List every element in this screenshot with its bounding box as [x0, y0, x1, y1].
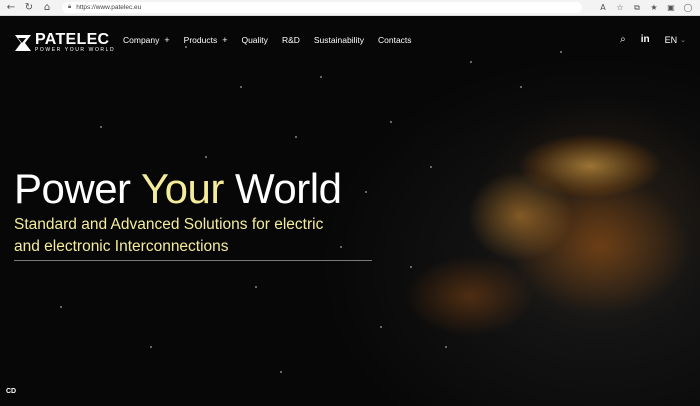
browser-tools: A ☆ ⧉ ★ ▣ ◯: [597, 2, 700, 14]
patelec-logo[interactable]: PATELEC POWER YOUR WORLD: [14, 32, 115, 54]
url-text: https://www.patelec.eu: [76, 4, 142, 11]
refresh-icon[interactable]: ↻: [22, 1, 36, 15]
menu-item-rnd[interactable]: R&D: [282, 35, 300, 45]
menu-label: Contacts: [377, 35, 412, 45]
favorites-bar-icon[interactable]: ★: [648, 2, 660, 14]
favorite-star-icon[interactable]: ☆: [614, 2, 626, 14]
profile-icon[interactable]: ◯: [682, 2, 694, 14]
hero-section: PATELEC POWER YOUR WORLD Company + Produ…: [0, 16, 700, 406]
headline-part2: World: [223, 165, 342, 212]
language-selector[interactable]: EN ⌄: [665, 35, 686, 45]
logo-tagline: POWER YOUR WORLD: [35, 47, 116, 53]
menu-label: Products: [183, 35, 218, 45]
lock-icon: 🔒︎: [68, 4, 72, 10]
plus-icon: +: [164, 35, 170, 45]
menu-label: Quality: [241, 35, 268, 45]
menu-item-products[interactable]: Products +: [184, 35, 228, 45]
browser-toolbar: ← ↻ ⌂ 🔒︎ https://www.patelec.eu A ☆ ⧉ ★ …: [0, 0, 700, 16]
extensions-icon[interactable]: ⧉: [631, 2, 643, 14]
logo-name: PATELEC: [35, 31, 110, 48]
headline-accent: Your: [140, 165, 224, 212]
read-aloud-icon[interactable]: A: [597, 2, 609, 14]
language-label: EN: [664, 34, 678, 45]
plus-icon: +: [222, 35, 228, 45]
header-tools: ⌕ in EN ⌄: [620, 34, 686, 45]
hero-headline: Power Your World: [14, 165, 342, 213]
search-icon[interactable]: ⌕: [620, 34, 626, 45]
home-icon[interactable]: ⌂: [40, 1, 54, 15]
hero-divider: [14, 260, 372, 261]
headline-part1: Power: [14, 165, 141, 212]
corner-badge[interactable]: CD: [6, 388, 16, 395]
linkedin-icon[interactable]: in: [641, 34, 650, 45]
menu-item-quality[interactable]: Quality: [241, 35, 267, 45]
collections-icon[interactable]: ▣: [665, 2, 677, 14]
hero-subtitle: Standard and Advanced Solutions for elec…: [14, 216, 324, 255]
back-arrow-icon[interactable]: ←: [4, 1, 18, 15]
menu-item-company[interactable]: Company +: [123, 35, 170, 45]
chevron-down-icon: ⌄: [680, 36, 686, 44]
address-bar[interactable]: 🔒︎ https://www.patelec.eu: [62, 2, 582, 13]
menu-label: Company: [123, 35, 160, 45]
menu-item-sustainability[interactable]: Sustainability: [314, 35, 364, 45]
menu-label: R&D: [281, 35, 300, 45]
main-menu: Company + Products + Quality R&D Sustain…: [123, 35, 426, 45]
menu-item-contacts[interactable]: Contacts: [378, 35, 412, 45]
menu-label: Sustainability: [313, 35, 364, 45]
logo-mark-icon: [15, 35, 31, 51]
